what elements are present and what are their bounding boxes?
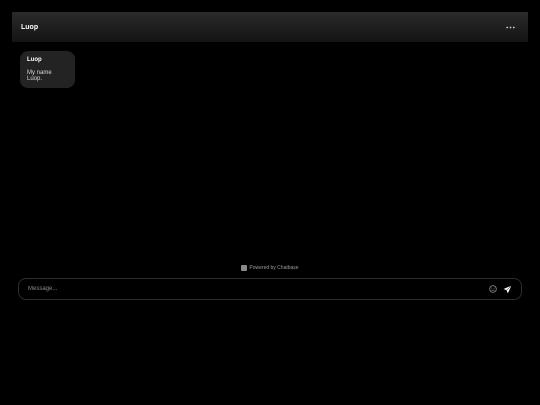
send-button[interactable] <box>501 283 513 295</box>
chat-title: Luop <box>21 23 39 31</box>
more-options-button[interactable] <box>502 20 518 34</box>
emoji-icon <box>489 285 497 293</box>
chatbase-logo-icon <box>241 265 248 271</box>
message-composer <box>18 278 522 300</box>
message-list: Luop My name Luop. <box>12 42 528 97</box>
message-sender: Luop <box>27 57 42 63</box>
chat-header: Luop <box>12 12 528 42</box>
message-bubble: Luop My name Luop. <box>20 51 75 88</box>
send-icon <box>503 284 512 293</box>
powered-by-text: Powered by Chatbase <box>249 265 299 271</box>
more-horizontal-icon <box>505 26 515 28</box>
message-text: My name Luop. <box>27 70 52 82</box>
powered-by-link[interactable]: Powered by Chatbase <box>0 265 540 271</box>
message-input[interactable] <box>28 286 485 292</box>
emoji-button[interactable] <box>487 283 499 295</box>
chat-page: Luop Luop My name Luop. Powered by Chatb… <box>0 0 540 405</box>
